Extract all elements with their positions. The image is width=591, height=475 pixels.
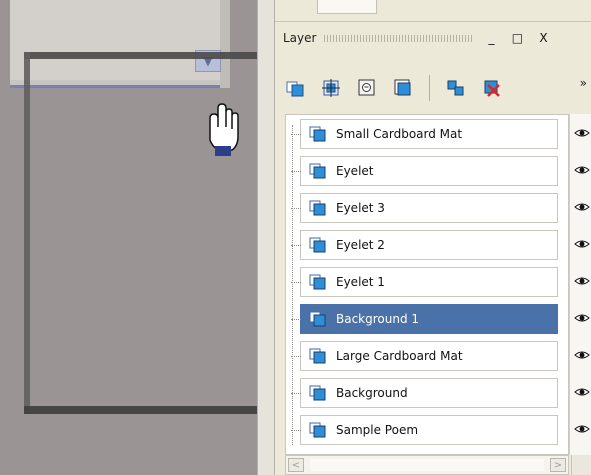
mask-button[interactable] bbox=[355, 76, 379, 100]
group-button[interactable] bbox=[319, 76, 343, 100]
layer-icon bbox=[309, 126, 326, 142]
tree-branch bbox=[291, 319, 301, 320]
group-icon bbox=[322, 79, 340, 97]
tree-branch bbox=[291, 171, 301, 172]
tree-branch bbox=[291, 430, 301, 431]
layer-icon bbox=[309, 311, 326, 327]
panel-splitter[interactable] bbox=[257, 0, 275, 475]
visibility-column bbox=[569, 114, 591, 455]
maximize-button[interactable]: □ bbox=[508, 30, 526, 46]
visibility-eye-icon[interactable] bbox=[574, 202, 590, 212]
layer-name: Small Cardboard Mat bbox=[336, 127, 463, 141]
panel-grip[interactable] bbox=[324, 34, 475, 42]
layer-list: Small Cardboard Mat Eyelet Eyelet 3 Eyelet … bbox=[285, 114, 569, 455]
scroll-left-button[interactable]: < bbox=[288, 458, 304, 472]
layer-name: Background bbox=[336, 386, 408, 400]
mask-icon bbox=[358, 79, 375, 96]
layer-row[interactable]: Eyelet 1 bbox=[291, 267, 558, 297]
layer-name: Eyelet 1 bbox=[336, 275, 385, 289]
layer-panel: Layer _ □ X » Small Cardboard Mat Eyelet… bbox=[275, 0, 591, 475]
layer-icon bbox=[309, 385, 326, 401]
layer-icon bbox=[309, 163, 326, 179]
arrange-button[interactable] bbox=[444, 76, 468, 100]
panel-title: Layer bbox=[283, 31, 317, 45]
layer-row[interactable]: Background bbox=[291, 378, 558, 408]
layer-name: Eyelet 2 bbox=[336, 238, 385, 252]
layer-row[interactable]: Large Cardboard Mat bbox=[291, 341, 558, 371]
layer-icon bbox=[309, 200, 326, 216]
visibility-eye-icon[interactable] bbox=[574, 276, 590, 286]
side-scroll-area[interactable] bbox=[571, 455, 591, 475]
visibility-eye-icon[interactable] bbox=[574, 128, 590, 138]
layer-toolbar: » bbox=[283, 64, 591, 112]
delete-icon bbox=[484, 80, 500, 97]
layer-name: Background 1 bbox=[336, 312, 420, 326]
visibility-eye-icon[interactable] bbox=[574, 350, 590, 360]
selection-marquee-left bbox=[24, 52, 30, 414]
layer-name: Eyelet 3 bbox=[336, 201, 385, 215]
layer-icon bbox=[309, 274, 326, 290]
combo-box-body bbox=[10, 0, 220, 80]
layer-row[interactable]: Eyelet bbox=[291, 156, 558, 186]
scroll-right-button[interactable]: > bbox=[550, 458, 566, 472]
visibility-eye-icon[interactable] bbox=[574, 239, 590, 249]
horizontal-scrollbar[interactable]: < > bbox=[285, 455, 569, 475]
layer-row[interactable]: Sample Poem bbox=[291, 415, 558, 445]
visibility-eye-icon[interactable] bbox=[574, 165, 590, 175]
arrange-icon bbox=[447, 80, 464, 96]
layer-icon bbox=[309, 348, 326, 364]
new-layer-icon bbox=[286, 81, 304, 97]
tree-branch bbox=[291, 393, 301, 394]
panel-tab[interactable] bbox=[317, 0, 377, 14]
layer-row[interactable]: Eyelet 3 bbox=[291, 193, 558, 223]
tree-branch bbox=[291, 134, 301, 135]
layer-name: Sample Poem bbox=[336, 423, 419, 437]
layer-row[interactable]: Background 1 bbox=[291, 304, 558, 334]
scroll-track[interactable] bbox=[310, 459, 544, 471]
layer-icon bbox=[309, 237, 326, 253]
layer-name: Eyelet bbox=[336, 164, 374, 178]
duplicate-button[interactable] bbox=[391, 76, 415, 100]
visibility-eye-icon[interactable] bbox=[574, 387, 590, 397]
layer-icon bbox=[309, 422, 326, 438]
duplicate-icon bbox=[394, 79, 411, 96]
tree-line bbox=[292, 125, 293, 445]
layer-name: Large Cardboard Mat bbox=[336, 349, 463, 363]
hand-cursor-icon bbox=[209, 103, 239, 156]
layer-row[interactable]: Eyelet 2 bbox=[291, 230, 558, 260]
tree-branch bbox=[291, 245, 301, 246]
close-button[interactable]: X bbox=[534, 30, 552, 46]
toolbar-overflow-button[interactable]: » bbox=[580, 76, 587, 90]
canvas-area: ▼ bbox=[0, 0, 591, 475]
toolbar-separator bbox=[429, 75, 430, 101]
delete-layer-button[interactable] bbox=[480, 76, 504, 100]
combo-box-shade bbox=[220, 0, 230, 88]
combo-box[interactable]: ▼ bbox=[10, 0, 230, 88]
panel-header[interactable]: Layer _ □ X bbox=[283, 28, 591, 48]
visibility-eye-icon[interactable] bbox=[574, 424, 590, 434]
layer-row[interactable]: Small Cardboard Mat bbox=[291, 119, 558, 149]
tree-branch bbox=[291, 208, 301, 209]
tree-branch bbox=[291, 356, 301, 357]
visibility-eye-icon[interactable] bbox=[574, 313, 590, 323]
tree-branch bbox=[291, 282, 301, 283]
new-layer-button[interactable] bbox=[283, 76, 307, 100]
panel-top-strip bbox=[275, 0, 591, 22]
minimize-button[interactable]: _ bbox=[482, 30, 500, 46]
